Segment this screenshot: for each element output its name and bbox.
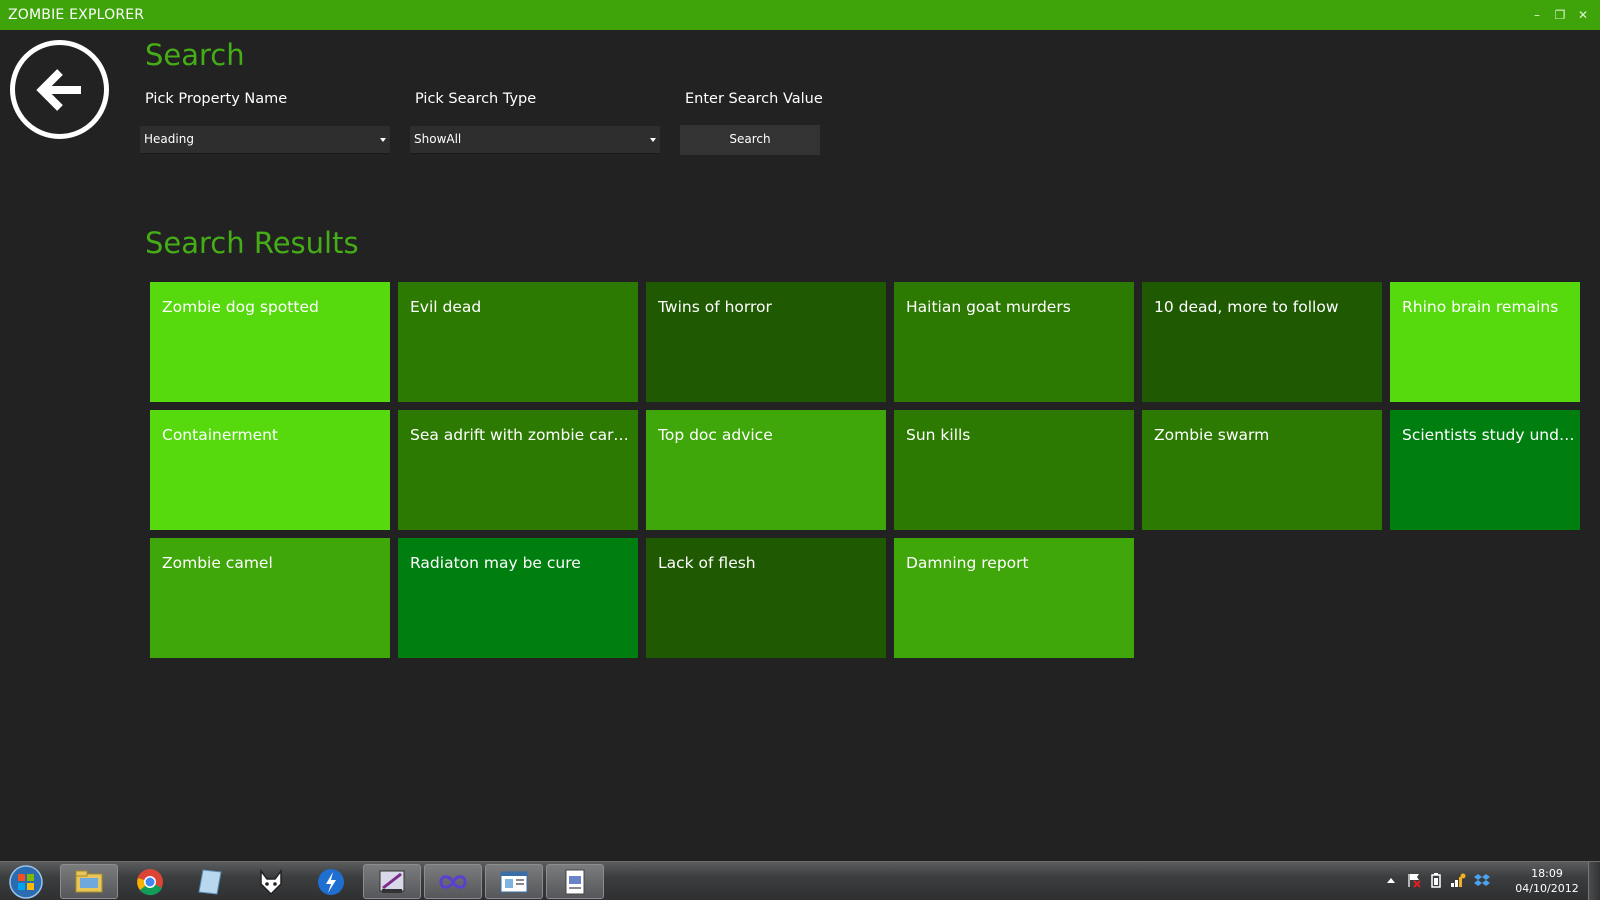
result-tile[interactable]: Zombie dog spotted [150,282,390,402]
battery-icon[interactable] [1430,872,1442,888]
taskbar-window-app[interactable] [485,864,543,899]
show-desktop-button[interactable] [1588,862,1600,900]
result-tile[interactable]: Sun kills [894,410,1134,530]
result-tile-label: Damning report [906,554,1029,572]
result-tile[interactable]: Radiaton may be cure [398,538,638,658]
taskbar: 18:09 04/10/2012 [0,861,1600,900]
property-name-value: Heading [144,132,194,146]
taskbar-editor[interactable] [181,864,239,899]
close-button[interactable]: ✕ [1574,6,1592,24]
title-bar: ZOMBIE EXPLORER – ❐ ✕ [0,0,1600,30]
result-tile[interactable]: Twins of horror [646,282,886,402]
clock-date: 04/10/2012 [1515,882,1579,895]
back-arrow-icon [36,69,81,111]
result-tile[interactable]: Haitian goat murders [894,282,1134,402]
notepad-icon [198,868,222,895]
result-tile[interactable]: Sea adrift with zombie carcas... [398,410,638,530]
taskbar-foxit[interactable] [242,864,300,899]
show-hidden-icons-icon[interactable] [1386,876,1396,884]
taskbar-infinity[interactable] [424,864,482,899]
taskbar-document[interactable] [546,864,604,899]
result-tile-label: Haitian goat murders [906,298,1071,316]
search-type-value: ShowAll [414,132,462,146]
result-tile-label: Lack of flesh [658,554,756,572]
result-tile-label: Zombie swarm [1154,426,1270,444]
lightning-icon [318,868,344,895]
system-tray [1380,862,1510,900]
visual-studio-icon [379,870,405,893]
result-tile-label: Containerment [162,426,279,444]
result-tile[interactable]: Containerment [150,410,390,530]
window-title: ZOMBIE EXPLORER [8,7,145,23]
result-tile-label: Zombie dog spotted [162,298,319,316]
result-tile[interactable]: Scientists study undead [1390,410,1580,530]
dropbox-icon[interactable] [1474,872,1490,888]
property-name-label: Pick Property Name [145,91,288,107]
result-tile-label: Evil dead [410,298,482,316]
action-center-flag-icon[interactable] [1406,872,1422,888]
taskbar-lightning[interactable] [302,864,360,899]
infinity-icon [439,874,467,889]
property-name-select[interactable]: Heading [140,126,390,154]
result-tile[interactable]: Top doc advice [646,410,886,530]
taskbar-visual-studio[interactable] [363,864,421,899]
search-button[interactable]: Search [680,125,820,155]
folder-icon [75,870,103,892]
search-button-label: Search [729,132,771,146]
search-heading: Search [145,38,245,72]
result-tile[interactable]: Zombie camel [150,538,390,658]
restore-button[interactable]: ❐ [1551,6,1569,24]
search-type-select[interactable]: ShowAll [410,126,660,154]
chrome-icon [137,868,163,895]
taskbar-clock[interactable]: 18:09 04/10/2012 [1512,866,1582,896]
result-tile-label: Zombie camel [162,554,273,572]
taskbar-explorer[interactable] [60,864,118,899]
fox-icon [260,868,282,895]
result-tile-label: Rhino brain remains [1402,298,1559,316]
search-type-label: Pick Search Type [415,91,537,107]
chevron-down-icon [650,138,656,142]
start-button[interactable] [6,864,46,900]
result-tile[interactable]: Evil dead [398,282,638,402]
chevron-down-icon [380,138,386,142]
result-tile-label: Radiaton may be cure [410,554,581,572]
result-tile-label: Sea adrift with zombie carcas... [410,426,632,444]
result-tile-label: Top doc advice [658,426,773,444]
back-button[interactable] [10,40,109,139]
result-tile[interactable]: Zombie swarm [1142,410,1382,530]
document-icon [565,869,585,894]
result-tile[interactable]: Damning report [894,538,1134,658]
taskbar-chrome[interactable] [121,864,179,899]
network-icon[interactable] [1450,872,1466,888]
result-tile[interactable]: Rhino brain remains [1390,282,1580,402]
result-tile[interactable]: 10 dead, more to follow [1142,282,1382,402]
window-icon [500,871,528,892]
search-value-label: Enter Search Value [685,91,823,107]
search-results-heading: Search Results [145,226,359,260]
minimize-button[interactable]: – [1528,6,1546,24]
result-tile-label: Sun kills [906,426,971,444]
result-tile[interactable]: Lack of flesh [646,538,886,658]
result-tile-label: Twins of horror [658,298,772,316]
clock-time: 18:09 [1531,867,1563,880]
result-tile-label: 10 dead, more to follow [1154,298,1339,316]
windows-orb-icon [9,865,43,899]
result-tile-label: Scientists study undead [1402,426,1577,444]
